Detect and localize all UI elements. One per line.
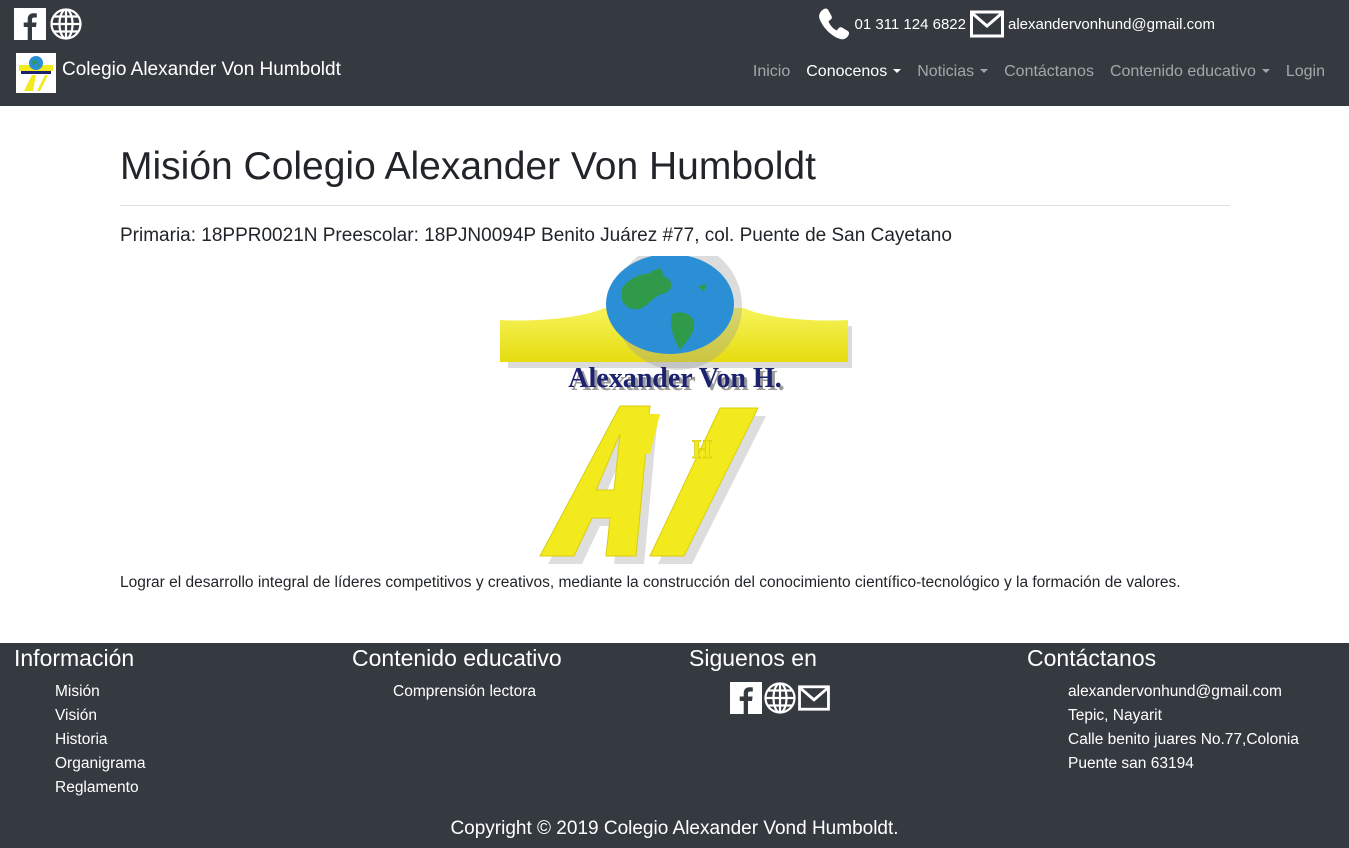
nav-login[interactable]: Login [1278, 63, 1333, 81]
footer-link-reglamento[interactable]: Reglamento [55, 779, 139, 796]
page-title: Misión Colegio Alexander Von Humboldt [120, 145, 816, 188]
mail-icon[interactable] [798, 682, 830, 714]
footer-link-comprension-lectora[interactable]: Comprensión lectora [393, 683, 536, 700]
copyright: Copyright © 2019 Colegio Alexander Vond … [450, 818, 899, 839]
logo-text: Alexander Von H. [568, 363, 781, 394]
brand[interactable]: Colegio Alexander Von Humboldt [16, 53, 341, 93]
footer-contact: Contáctanos alexandervonhund@gmail.com T… [1027, 643, 1299, 776]
facebook-icon[interactable] [730, 682, 762, 714]
footer: Información Misión Visión Historia Organ… [0, 643, 1349, 848]
header-phone[interactable]: 01 311 124 6822 [854, 16, 966, 33]
nav-label: Inicio [752, 63, 791, 80]
footer-edu-title: Contenido educativo [352, 645, 562, 671]
footer-contact-zip: Puente san 63194 [1068, 755, 1194, 772]
school-codes: Primaria: 18PPR0021N Preescolar: 18PJN00… [120, 224, 952, 246]
header-contact: 01 311 124 6822 alexandervonhund@gmail.c… [816, 6, 1215, 42]
footer-social-title: Siguenos en [689, 645, 817, 671]
mail-icon [969, 9, 1004, 39]
caret-down-icon [980, 69, 989, 73]
header-social-links [14, 8, 82, 40]
facebook-icon[interactable] [14, 8, 46, 40]
footer-link-mision[interactable]: Misión [55, 683, 100, 700]
footer-info-title: Información [14, 645, 135, 671]
nav-label: Noticias [917, 63, 975, 80]
nav-conocenos[interactable]: Conocenos [798, 63, 909, 81]
footer-link-organigrama[interactable]: Organigrama [55, 755, 145, 772]
brand-logo [16, 53, 56, 93]
nav-noticias[interactable]: Noticias [909, 63, 996, 81]
brand-name: Colegio Alexander Von Humboldt [62, 59, 341, 80]
footer-contact-street: Calle benito juares No.77,Colonia [1068, 731, 1299, 748]
nav-label: Contáctanos [1004, 63, 1094, 80]
footer-info: Información Misión Visión Historia Organ… [14, 643, 145, 800]
footer-contact-city: Tepic, Nayarit [1068, 707, 1162, 724]
globe-icon[interactable] [50, 8, 82, 40]
nav-contenido-educativo[interactable]: Contenido educativo [1102, 63, 1278, 81]
main-content: Misión Colegio Alexander Von Humboldt Pr… [120, 106, 1230, 591]
top-navbar: 01 311 124 6822 alexandervonhund@gmail.c… [0, 0, 1349, 106]
caret-down-icon [1261, 69, 1270, 73]
phone-icon [816, 6, 852, 42]
main-nav: Inicio Conocenos Noticias Contáctanos Co… [745, 63, 1333, 81]
logo-letter-h: H [692, 435, 712, 464]
caret-down-icon [893, 69, 902, 73]
nav-contactanos[interactable]: Contáctanos [996, 63, 1102, 81]
mission-text: Lograr el desarrollo integral de líderes… [120, 574, 1181, 591]
school-logo: Alexander Von H. Alexander Von H. H [500, 242, 852, 568]
footer-edu: Contenido educativo Comprensión lectora [352, 643, 562, 704]
title-divider [120, 204, 1230, 206]
footer-social: Siguenos en [689, 643, 830, 714]
nav-label: Login [1285, 63, 1325, 80]
nav-inicio[interactable]: Inicio [745, 63, 798, 81]
footer-link-historia[interactable]: Historia [55, 731, 108, 748]
footer-contact-email[interactable]: alexandervonhund@gmail.com [1068, 680, 1299, 704]
nav-label: Contenido educativo [1109, 63, 1256, 80]
globe-icon[interactable] [764, 682, 796, 714]
footer-link-vision[interactable]: Visión [55, 707, 97, 724]
header-email[interactable]: alexandervonhund@gmail.com [1008, 16, 1215, 33]
footer-contact-title: Contáctanos [1027, 645, 1157, 671]
nav-label: Conocenos [806, 63, 888, 80]
